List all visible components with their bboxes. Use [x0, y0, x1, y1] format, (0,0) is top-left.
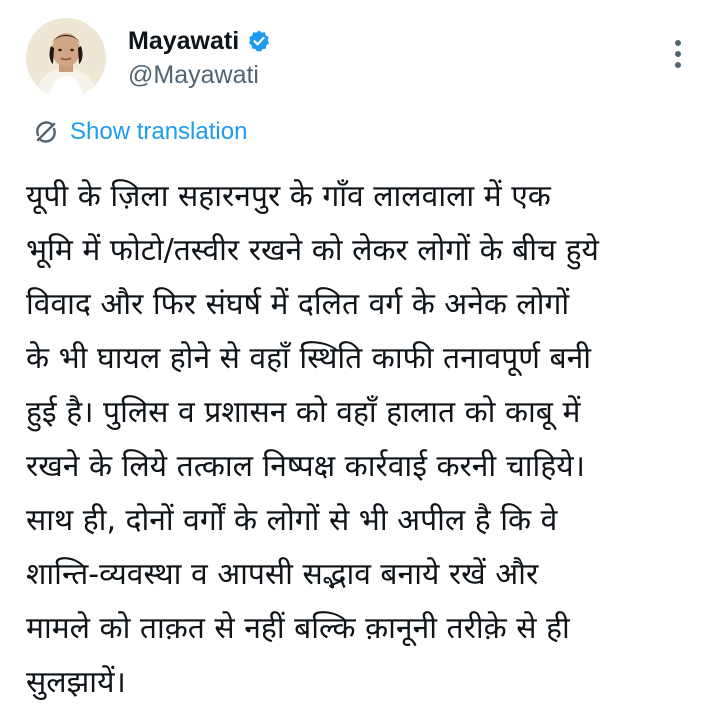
tweet-text-line: रखने के लिये तत्काल निष्पक्ष कार्रवाई कर…: [26, 449, 586, 484]
tweet-text-line: शान्ति-व्यवस्था व आपसी सद्भाव बनाये रखें…: [26, 557, 539, 592]
tweet-text-line: साथ ही, दोनों वर्गों के लोगों से भी अपील…: [26, 503, 558, 538]
translate-icon: [32, 118, 60, 146]
verified-badge-icon: [247, 29, 271, 53]
tweet-text-line: भूमि में फोटो/तस्वीर रखने को लेकर लोगों …: [26, 233, 599, 268]
author-name-row[interactable]: Mayawati: [128, 26, 271, 56]
tweet-card: Mayawati @Mayawati Show translation यूपी…: [0, 0, 720, 706]
tweet-text-line: मामले को ताक़त से नहीं बल्कि क़ानूनी तरी…: [26, 611, 570, 646]
author-display-name[interactable]: Mayawati: [128, 26, 239, 56]
show-translation-label[interactable]: Show translation: [70, 116, 247, 148]
tweet-text-line: के भी घायल होने से वहाँ स्थिति काफी तनाव…: [26, 341, 592, 376]
tweet-text-line: विवाद और फिर संघर्ष में दलित वर्ग के अने…: [26, 287, 570, 322]
more-options-icon: [675, 40, 681, 68]
tweet-text-line: सुलझायें।: [26, 665, 126, 700]
avatar[interactable]: [26, 18, 106, 98]
author-handle[interactable]: @Mayawati: [128, 60, 259, 90]
tweet-text-line: हुई है। पुलिस व प्रशासन को वहाँ हालात को…: [26, 395, 581, 430]
profile-photo: [26, 18, 106, 98]
more-options-button[interactable]: [664, 34, 692, 74]
tweet-text-line: यूपी के ज़िला सहारनपुर के गाँव लालवाला म…: [26, 179, 551, 214]
tweet-text: यूपी के ज़िला सहारनपुर के गाँव लालवाला म…: [26, 170, 702, 710]
show-translation-link[interactable]: Show translation: [32, 116, 247, 148]
